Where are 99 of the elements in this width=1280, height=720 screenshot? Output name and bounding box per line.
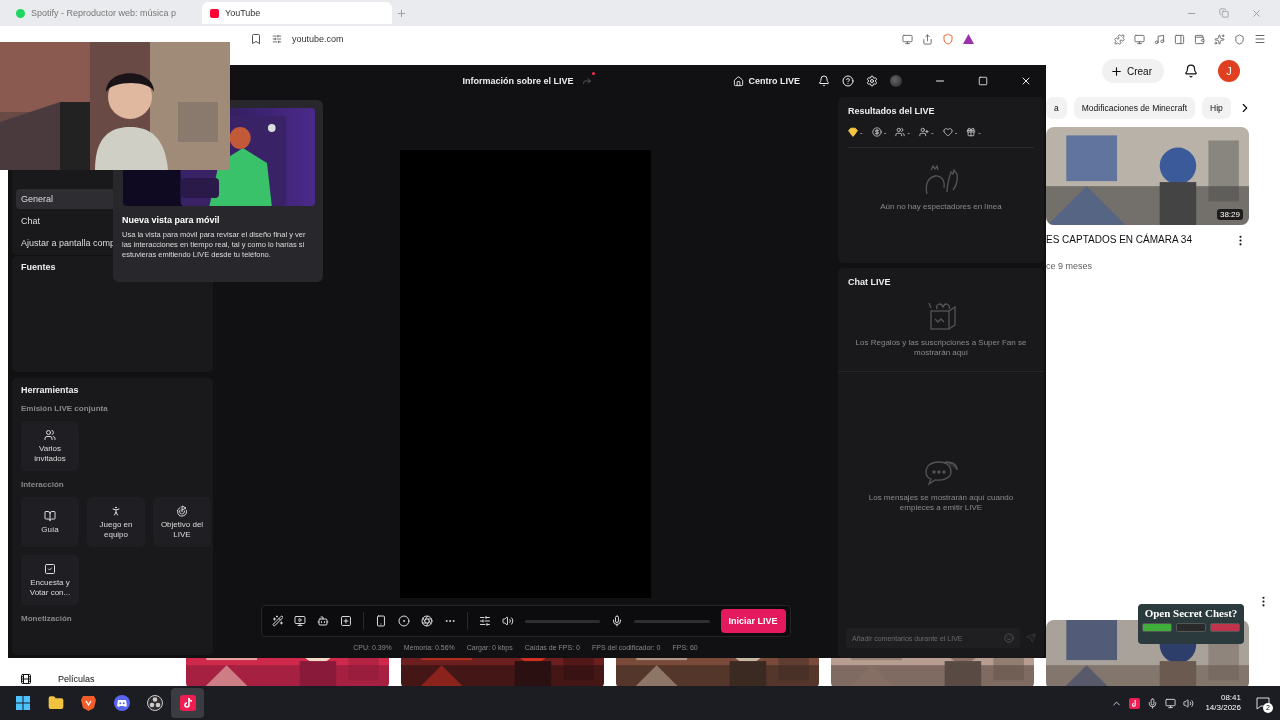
diamond-icon [848,127,858,137]
gift-icon [966,127,977,137]
user-plus-icon [919,127,929,137]
screen-icon[interactable] [902,33,913,45]
video-title[interactable]: ES CAPTADOS EN CÁMARA 34 [1046,234,1192,247]
section-title: Emisión LIVE conjunta [21,404,109,413]
discord-icon[interactable] [113,695,130,711]
live-center-button[interactable]: Centro LIVE [733,75,800,87]
microphone-icon[interactable] [611,615,624,627]
heart-icon [942,127,953,137]
metric-value: - [954,127,958,137]
avatar[interactable]: J [1218,60,1240,82]
panel-title: Chat LIVE [848,277,891,287]
users-icon [44,429,56,442]
shield-icon[interactable] [942,33,954,45]
start-live-button[interactable]: Iniciar LIVE [720,609,786,633]
media-icon[interactable] [294,615,307,627]
menu-icon[interactable] [1254,33,1266,45]
volume-icon[interactable] [1183,697,1195,709]
volume-icon[interactable] [501,615,514,627]
video-meta: ce 9 meses [1046,261,1094,271]
filter-chip[interactable]: Hip [1202,97,1231,119]
person-icon [110,505,122,518]
window-title: Información sobre el LIVE [462,76,574,86]
empty-message: Los mensajes se mostrarán aquí cuando empieces a emitir LIVE [867,493,1015,514]
record-icon[interactable] [398,615,411,627]
obs-icon[interactable] [146,695,163,711]
plus-icon[interactable] [1110,64,1123,78]
close-icon[interactable] [1020,75,1032,87]
users-icon [895,127,906,137]
clock-date: 14/3/2026 [1205,703,1241,714]
microphone-slider[interactable] [634,619,710,623]
avatar[interactable] [890,75,902,87]
shield-icon[interactable] [1234,33,1245,45]
add-icon[interactable] [340,615,353,627]
panel-icon[interactable] [1174,33,1185,45]
windows-logo-icon[interactable] [15,696,30,710]
tool-button[interactable]: Varios invitados [21,421,79,471]
spotify-icon [16,8,25,18]
clock-time: 08:41 [1220,692,1241,703]
music-note-icon[interactable] [1129,697,1141,709]
book-icon [44,509,56,522]
notifications-icon[interactable] [818,75,830,87]
metric-value: - [860,127,863,137]
section-title: Monetización [21,614,73,623]
filter-chip[interactable]: Modificaciones de Minecraft [1073,97,1196,119]
folder-icon[interactable] [47,695,64,711]
create-button[interactable]: Crear [1102,59,1164,83]
tool-button[interactable]: Objetivo del LIVE [153,497,211,547]
empty-message: Los Regalos y las suscripciones a Super Fan se mostrarán aquí [854,338,1028,359]
video-thumbnail[interactable]: 38:29 [1046,127,1249,225]
share-icon[interactable] [922,33,933,45]
panel-title: Fuentes [21,262,57,272]
sliders-icon[interactable] [478,615,491,627]
play-icon [210,8,219,18]
film-icon [20,673,32,685]
option-button[interactable] [1142,623,1172,632]
address-field[interactable]: youtube.com [292,34,892,44]
settings-icon[interactable] [866,75,878,87]
tool-button[interactable]: Guía [21,497,79,547]
target-icon [176,505,188,518]
sidebar-item[interactable]: Películas [58,674,95,684]
tool-button[interactable]: Encuesta y Votar con... [21,555,79,605]
checkbox-icon [44,563,56,576]
dollar-icon [871,127,882,137]
popup-title: Nueva vista para móvil [122,215,221,225]
metric-value: - [931,127,934,137]
tool-button[interactable]: Juego en equipo [87,497,145,547]
panel-title: Resultados del LIVE [848,106,936,116]
wallet-icon[interactable] [1194,33,1205,45]
taskbar-app[interactable] [171,688,204,718]
metric-value: - [907,127,910,137]
site-settings-icon[interactable] [272,34,282,44]
triangle-icon[interactable] [963,34,974,44]
metric-value: - [978,127,982,137]
filter-chip[interactable]: a [1046,97,1067,119]
video-duration: 38:29 [1216,209,1243,220]
metric-value: - [883,127,887,137]
microphone-icon[interactable] [1147,697,1159,709]
sparkles-icon[interactable] [1214,33,1225,45]
bookmark-icon[interactable] [250,33,262,45]
browser-tab[interactable]: Spotify - Reproductor web: música p [8,2,198,24]
prompt-title: Open Secret Chest? [1144,607,1238,619]
section-title: Interacción [21,480,65,489]
home-icon[interactable] [733,75,745,87]
monitor-icon[interactable] [1134,33,1145,45]
music-icon[interactable] [1154,33,1165,45]
empty-message: Aún no hay espectadores en línea [880,202,1002,213]
music-note-icon[interactable] [179,695,196,711]
magic-wand-icon[interactable] [271,615,284,627]
browser-tab[interactable]: YouTube [202,2,392,24]
volume-slider[interactable] [524,619,601,623]
panel-title: Herramientas [21,385,80,395]
notification-dot [591,72,595,75]
puzzle-icon[interactable] [1114,33,1125,45]
maximize-icon[interactable] [978,76,988,86]
notifications-icon[interactable] [1184,64,1198,78]
phone-icon[interactable] [375,615,388,627]
help-icon[interactable] [842,75,854,87]
